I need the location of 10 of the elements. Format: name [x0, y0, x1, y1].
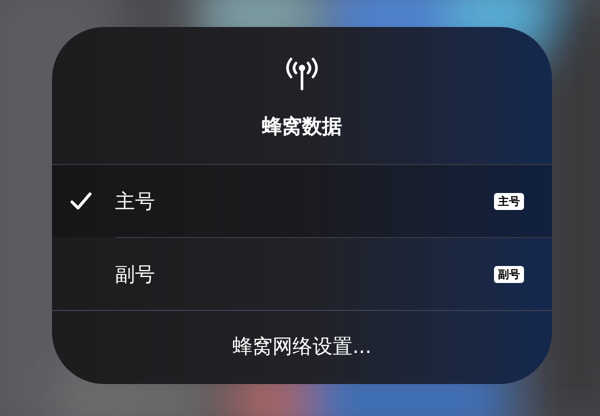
antenna-icon — [283, 55, 321, 91]
cellular-settings-button[interactable]: 蜂窝网络设置... — [52, 311, 552, 384]
option-label: 副号 — [115, 261, 156, 288]
sim-badge: 副号 — [494, 266, 524, 282]
menu-title: 蜂窝数据 — [262, 113, 342, 140]
checkmark-icon — [70, 191, 92, 211]
sim-option[interactable]: 副号 副号 — [52, 238, 552, 310]
sim-badge: 主号 — [494, 192, 524, 210]
sim-option[interactable]: 主号 主号 — [52, 165, 552, 237]
option-label: 主号 — [115, 188, 156, 215]
